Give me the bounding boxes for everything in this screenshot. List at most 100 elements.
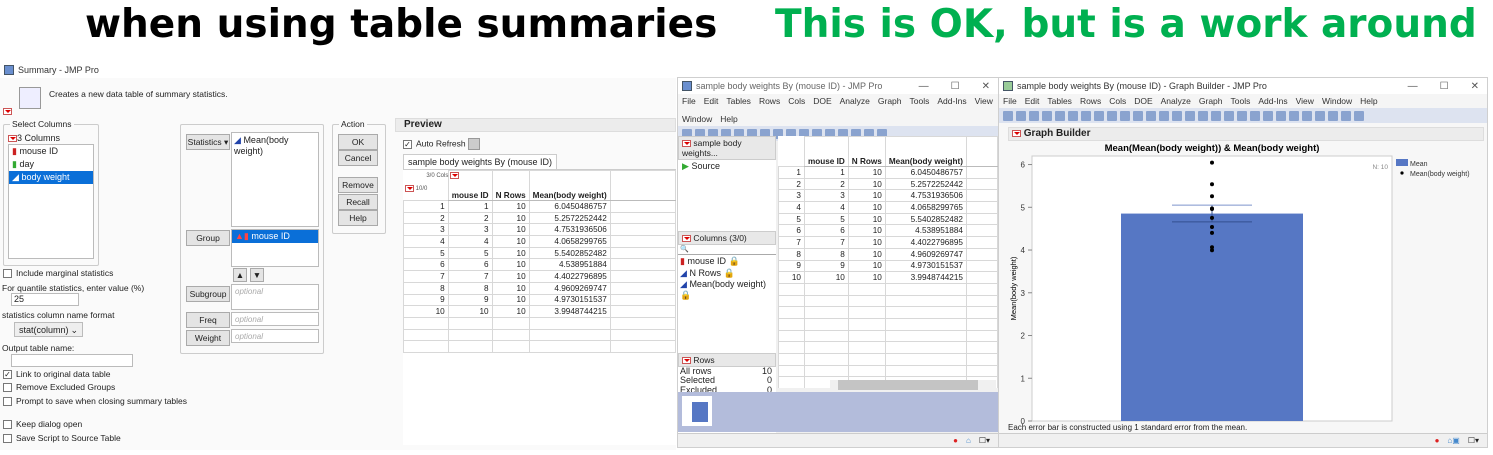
data-point[interactable] — [1210, 230, 1214, 235]
weight-button[interactable]: Weight — [186, 330, 230, 346]
menu-view[interactable]: View — [1296, 96, 1314, 106]
toolbar-button-icon[interactable] — [1159, 110, 1169, 121]
column-mean-body-weight[interactable]: ◢ Mean(body weight) 🔒 — [678, 279, 776, 301]
column-header[interactable]: Mean(body weight) — [528, 170, 611, 201]
table-row[interactable]: 10 10 10 3.9948744215 — [403, 305, 676, 318]
minimize-button[interactable]: — — [919, 81, 929, 92]
red-triangle-menu-icon[interactable] — [3, 108, 12, 116]
menu-add-ins[interactable]: Add-Ins — [1258, 96, 1287, 106]
move-up-button[interactable]: ▲ — [233, 268, 247, 282]
menu-cols[interactable]: Cols — [788, 96, 805, 106]
statistics-button[interactable]: Statistics ▾ — [186, 134, 230, 150]
home-icon[interactable]: ⌂▣ — [1447, 436, 1459, 445]
columns-menu-icon[interactable] — [8, 135, 17, 143]
legend-label-points[interactable]: Mean(body weight) — [1410, 171, 1470, 178]
table-row[interactable]: 5 5 10 5.5402852482 — [403, 246, 676, 260]
column-item-day[interactable]: ▮ day — [9, 158, 93, 171]
statistics-item[interactable]: Mean(body weight) — [234, 135, 288, 156]
cancel-button[interactable]: Cancel — [338, 150, 378, 166]
menu-tools[interactable]: Tools — [1231, 96, 1251, 106]
table-row[interactable]: 5 5 10 5.5402852482 — [778, 212, 998, 226]
menu-file[interactable]: File — [682, 96, 696, 106]
stop-icon[interactable]: ● — [953, 436, 958, 445]
toolbar-button-icon[interactable] — [1302, 110, 1312, 121]
remove-excluded-checkbox[interactable]: Remove Excluded Groups — [3, 382, 115, 393]
toolbar-button-icon[interactable] — [1224, 110, 1234, 121]
recall-button[interactable]: Recall — [338, 194, 378, 210]
toolbar-button-icon[interactable] — [1094, 110, 1104, 121]
menu-window[interactable]: Window — [682, 114, 712, 124]
menu-doe[interactable]: DOE — [813, 96, 831, 106]
rows-panel-header[interactable]: Rows — [678, 353, 776, 367]
maximize-button[interactable]: ☐ — [951, 81, 960, 92]
toolbar-button-icon[interactable] — [1120, 110, 1130, 121]
table-row[interactable]: 2 2 10 5.2572252442 — [403, 211, 676, 225]
statistics-list[interactable]: ◢ Mean(body weight) — [231, 132, 319, 227]
table-row[interactable]: 3 3 10 4.7531936506 — [778, 189, 998, 203]
table-row[interactable]: 7 7 10 4.4022796895 — [778, 236, 998, 249]
freq-button[interactable]: Freq — [186, 312, 230, 328]
toolbar-button-icon[interactable] — [1055, 110, 1065, 121]
table-row[interactable]: 9 9 10 4.9730151537 — [778, 259, 998, 273]
table-row[interactable]: 7 7 10 4.4022796895 — [403, 270, 676, 283]
menu-tools[interactable]: Tools — [910, 96, 930, 106]
close-button[interactable]: ✕ — [982, 81, 990, 92]
table-row[interactable]: 1 1 10 6.0450486757 — [778, 166, 998, 179]
menu-rows[interactable]: Rows — [759, 96, 780, 106]
toolbar-button-icon[interactable] — [1328, 110, 1338, 121]
column-n-rows[interactable]: ◢ N Rows 🔒 — [678, 268, 776, 279]
toolbar-button-icon[interactable] — [1068, 110, 1078, 121]
data-point[interactable] — [1210, 224, 1214, 229]
group-item[interactable]: mouse ID — [251, 231, 290, 241]
column-header[interactable]: N Rows — [847, 136, 886, 167]
table-row[interactable]: 1 1 10 6.0450486757 — [403, 200, 676, 213]
auto-refresh-checkbox[interactable]: ✓ Auto Refresh — [403, 138, 480, 150]
toolbar-button-icon[interactable] — [1315, 110, 1325, 121]
columns-panel-header[interactable]: Columns (3/0) — [678, 231, 776, 245]
column-mouse-id[interactable]: ▮ mouse ID 🔒 — [678, 255, 776, 268]
window-list-icon[interactable]: ☐▾ — [1468, 436, 1479, 445]
toolbar-button-icon[interactable] — [1250, 110, 1260, 121]
menu-file[interactable]: File — [1003, 96, 1017, 106]
toolbar-button-icon[interactable] — [1003, 110, 1013, 121]
table-row[interactable]: 10 10 10 3.9948744215 — [778, 271, 998, 284]
minimize-button[interactable]: — — [1408, 81, 1418, 92]
mean-bar[interactable] — [1121, 213, 1303, 421]
table-panel-header[interactable]: sample body weights... — [678, 136, 776, 160]
graph-thumbnail[interactable] — [682, 396, 712, 426]
data-point[interactable] — [1210, 248, 1214, 253]
menu-edit[interactable]: Edit — [704, 96, 719, 106]
toolbar-button-icon[interactable] — [1198, 110, 1208, 121]
table-row[interactable]: 8 8 10 4.9609269747 — [778, 247, 998, 261]
save-script-checkbox[interactable]: Save Script to Source Table — [3, 433, 121, 444]
group-button[interactable]: Group — [186, 230, 230, 246]
remove-button[interactable]: Remove — [338, 177, 378, 193]
table-row[interactable]: 8 8 10 4.9609269747 — [403, 281, 676, 295]
toolbar-button-icon[interactable] — [1276, 110, 1286, 121]
horizontal-scrollbar[interactable] — [830, 380, 996, 390]
graph-builder-header[interactable]: Graph Builder — [1008, 127, 1484, 141]
toolbar-button-icon[interactable] — [1029, 110, 1039, 121]
data-point[interactable] — [1210, 206, 1214, 211]
toolbar-button-icon[interactable] — [1211, 110, 1221, 121]
column-header[interactable]: N Rows — [491, 170, 530, 201]
toolbar-button-icon[interactable] — [1107, 110, 1117, 121]
menu-cols[interactable]: Cols — [1109, 96, 1126, 106]
data-point[interactable] — [1210, 215, 1214, 220]
table-row[interactable]: 6 6 10 4.538951884 — [403, 258, 676, 272]
stop-icon[interactable]: ● — [1435, 436, 1440, 445]
quantile-input[interactable]: 25 — [11, 293, 79, 306]
toolbar-button-icon[interactable] — [1133, 110, 1143, 121]
menu-help[interactable]: Help — [1360, 96, 1377, 106]
data-point[interactable] — [1210, 182, 1214, 187]
data-point[interactable] — [1210, 160, 1214, 165]
table-row[interactable]: 9 9 10 4.9730151537 — [403, 293, 676, 307]
toolbar-button-icon[interactable] — [1341, 110, 1351, 121]
output-name-input[interactable] — [11, 354, 133, 367]
menu-doe[interactable]: DOE — [1134, 96, 1152, 106]
menu-view[interactable]: View — [975, 96, 993, 106]
name-format-select[interactable]: stat(column) ⌄ — [14, 322, 83, 337]
data-point[interactable] — [1210, 194, 1214, 199]
table-row[interactable]: 4 4 10 4.0658299765 — [778, 201, 998, 214]
legend-label-mean[interactable]: Mean — [1410, 161, 1428, 168]
